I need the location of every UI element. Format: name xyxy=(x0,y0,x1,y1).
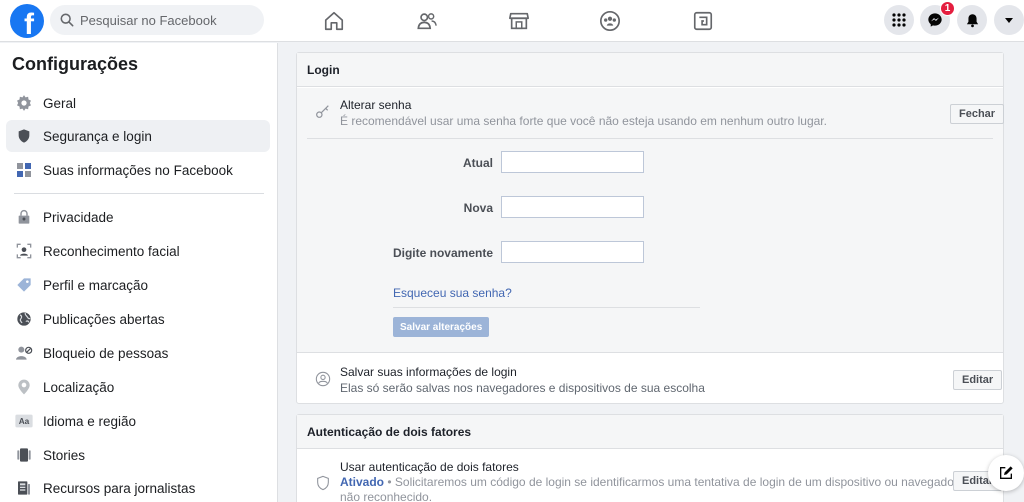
journalist-icon xyxy=(14,478,34,498)
messenger-button[interactable]: 1 xyxy=(920,1,955,35)
menu-grid-icon xyxy=(892,13,906,27)
bell-icon xyxy=(966,13,978,27)
change-password-section: Alterar senha É recomendável usar uma se… xyxy=(297,88,1005,352)
two-factor-desc-line1: • Solicitaremos um código de login se id… xyxy=(384,475,958,489)
globe-icon xyxy=(14,309,34,329)
marketplace-icon[interactable] xyxy=(507,9,531,33)
gaming-icon[interactable] xyxy=(691,9,715,33)
messenger-badge: 1 xyxy=(940,1,955,16)
use-two-factor-description: Ativado • Solicitaremos um código de log… xyxy=(340,475,958,489)
new-message-button[interactable] xyxy=(988,455,1024,491)
sidebar-item-label: Localização xyxy=(43,379,115,395)
account-menu-button[interactable] xyxy=(994,5,1024,35)
sidebar-item-profile-tagging[interactable]: Perfil e marcação xyxy=(6,269,270,301)
login-panel: Login Alterar senha É recomendável usar … xyxy=(296,52,1005,404)
sidebar-item-label: Suas informações no Facebook xyxy=(43,162,233,178)
search-input[interactable] xyxy=(80,12,250,28)
sidebar-item-stories[interactable]: Stories xyxy=(6,439,270,471)
menu-grid-button[interactable] xyxy=(884,5,914,35)
svg-text:Aa: Aa xyxy=(19,417,30,426)
retype-password-label: Digite novamente xyxy=(392,246,493,260)
groups-icon[interactable] xyxy=(598,9,622,33)
key-icon xyxy=(314,102,332,120)
edit-save-login-button[interactable]: Editar xyxy=(953,370,1003,390)
facebook-logo-letter: f xyxy=(24,8,34,38)
section-divider xyxy=(307,138,993,139)
sidebar-item-label: Reconhecimento facial xyxy=(43,243,180,259)
two-factor-desc-line2: não reconhecido. xyxy=(340,490,433,502)
new-password-label: Nova xyxy=(463,201,493,215)
sidebar-item-label: Recursos para jornalistas xyxy=(43,480,196,496)
sidebar-item-public-posts[interactable]: Publicações abertas xyxy=(6,303,270,335)
use-two-factor-section: Usar autenticação de dois fatores Ativad… xyxy=(297,450,1003,502)
sidebar-item-general[interactable]: Geral xyxy=(6,87,270,119)
form-divider xyxy=(393,307,700,308)
location-pin-icon xyxy=(14,377,34,397)
search-box[interactable] xyxy=(50,5,264,35)
current-password-input[interactable] xyxy=(501,151,644,173)
friends-icon[interactable] xyxy=(415,9,439,33)
retype-password-input[interactable] xyxy=(501,241,644,263)
use-two-factor-title: Usar autenticação de dois fatores xyxy=(340,460,519,474)
notifications-button[interactable] xyxy=(957,5,987,35)
sidebar-item-location[interactable]: Localização xyxy=(6,371,270,403)
gear-icon xyxy=(14,93,34,113)
sidebar-item-label: Stories xyxy=(43,447,86,463)
sidebar-item-journalist-resources[interactable]: Recursos para jornalistas xyxy=(6,472,270,502)
sidebar-item-privacy[interactable]: Privacidade xyxy=(6,201,270,233)
block-user-icon xyxy=(14,343,34,363)
search-icon xyxy=(60,13,74,27)
home-icon[interactable] xyxy=(322,9,346,33)
forgot-password-link[interactable]: Esqueceu sua senha? xyxy=(393,286,512,300)
two-factor-panel-header: Autenticação de dois fatores xyxy=(297,415,1003,449)
sidebar-item-blocking[interactable]: Bloqueio de pessoas xyxy=(6,337,270,369)
save-login-description: Elas só serão salvas nos navegadores e d… xyxy=(340,381,705,395)
face-icon xyxy=(14,241,34,261)
top-navigation-bar: f 1 xyxy=(0,0,1024,42)
compose-icon xyxy=(1000,466,1013,479)
tag-icon xyxy=(14,275,34,295)
stories-icon xyxy=(14,445,34,465)
sidebar-item-label: Publicações abertas xyxy=(43,311,165,327)
new-password-input[interactable] xyxy=(501,196,644,218)
shield-outline-icon xyxy=(314,474,332,492)
sidebar-item-face-recognition[interactable]: Reconhecimento facial xyxy=(6,235,270,267)
sidebar-item-security-login[interactable]: Segurança e login xyxy=(6,120,270,152)
change-password-description: É recomendável usar uma senha forte que … xyxy=(340,114,827,128)
close-button[interactable]: Fechar xyxy=(950,104,1005,124)
settings-sidebar: Configurações Geral Segurança e login Su… xyxy=(0,43,278,502)
messenger-icon xyxy=(928,13,942,27)
two-factor-status: Ativado xyxy=(340,475,385,489)
current-password-label: Atual xyxy=(463,156,493,170)
user-circle-icon xyxy=(314,370,332,388)
change-password-title: Alterar senha xyxy=(340,98,412,112)
save-login-title: Salvar suas informações de login xyxy=(340,365,517,379)
language-icon: Aa xyxy=(14,411,34,431)
lock-icon xyxy=(14,207,34,227)
sidebar-item-label: Bloqueio de pessoas xyxy=(43,345,169,361)
login-panel-header: Login xyxy=(297,53,1003,87)
facebook-logo[interactable]: f xyxy=(10,4,44,38)
sidebar-item-language-region[interactable]: Aa Idioma e região xyxy=(6,405,270,437)
sidebar-item-label: Privacidade xyxy=(43,209,114,225)
sidebar-item-label: Idioma e região xyxy=(43,413,137,429)
save-changes-button[interactable]: Salvar alterações xyxy=(393,317,490,337)
sidebar-item-label: Geral xyxy=(43,95,77,111)
sidebar-item-label: Perfil e marcação xyxy=(43,277,149,293)
sidebar-item-label: Segurança e login xyxy=(43,128,152,144)
sidebar-title: Configurações xyxy=(12,54,139,74)
grid-icon xyxy=(14,160,34,180)
sidebar-divider xyxy=(14,193,264,194)
shield-icon xyxy=(14,126,34,146)
sidebar-item-your-information[interactable]: Suas informações no Facebook xyxy=(6,154,270,186)
two-factor-panel: Autenticação de dois fatores Usar autent… xyxy=(296,414,1004,502)
chevron-down-icon xyxy=(1005,18,1013,23)
save-login-section: Salvar suas informações de login Elas só… xyxy=(297,353,1003,403)
